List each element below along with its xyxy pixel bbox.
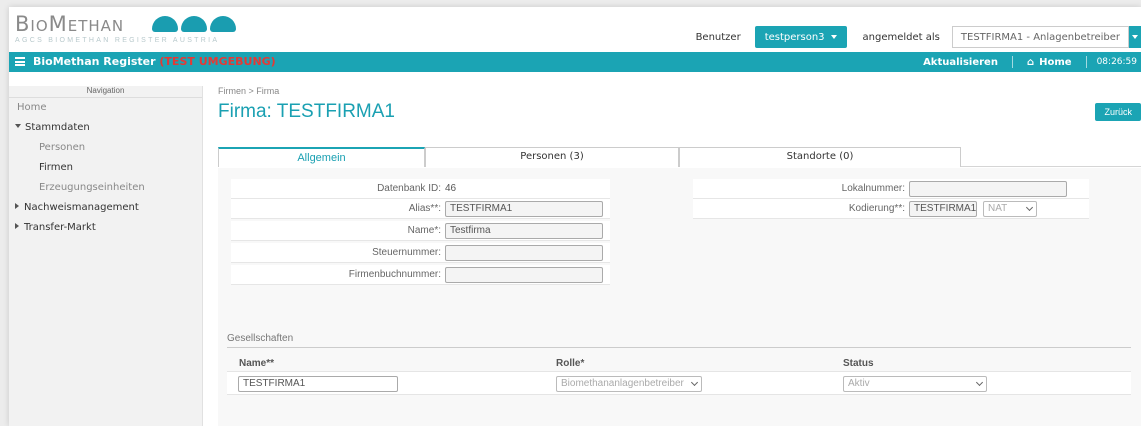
- tax-number-input[interactable]: [445, 244, 603, 261]
- menu-icon[interactable]: [15, 57, 25, 66]
- sidebar-item-nachweismanagement[interactable]: Nachweismanagement: [9, 198, 202, 218]
- tab-label: Allgemein: [297, 152, 346, 164]
- brand-title[interactable]: BioMethan Register (TEST UMGEBUNG): [33, 55, 276, 68]
- local-number-label: Lokalnummer:: [841, 183, 905, 194]
- name-input[interactable]: Testfirma: [445, 222, 603, 239]
- register-number-input[interactable]: [445, 266, 603, 283]
- column-header-role: Rolle*: [556, 358, 585, 369]
- coding-type-value: NAT: [988, 202, 1008, 214]
- user-area: Benutzer testperson3 angemeldet als TEST…: [696, 26, 1141, 48]
- page-title: Firma: TESTFIRMA1: [218, 101, 395, 122]
- breadcrumb[interactable]: Firmen > Firma: [218, 86, 279, 96]
- chevron-down-icon: [1025, 203, 1034, 211]
- sidebar-item-label: Personen: [39, 142, 86, 153]
- user-label: Benutzer: [695, 31, 741, 43]
- expand-down-icon: [15, 124, 21, 128]
- chevron-down-icon: [690, 378, 699, 387]
- sidebar-item-erzeugungseinheiten[interactable]: Erzeugungseinheiten: [9, 178, 202, 198]
- field-row-db-id: Datenbank ID: 46: [231, 179, 610, 199]
- tab-personen[interactable]: Personen (3): [425, 147, 679, 167]
- tab-label: Personen (3): [520, 151, 584, 162]
- back-button[interactable]: Zurück: [1095, 103, 1141, 121]
- field-row-local-number: Lokalnummer:: [693, 179, 1089, 199]
- top-header: BioMethan AGCS BioMethan Register Austri…: [9, 7, 1141, 52]
- home-link[interactable]: ⌂ Home: [1013, 57, 1086, 68]
- companies-section-title: Gesellschaften: [227, 333, 294, 344]
- sidebar: Navigation Home Stammdaten Personen Firm…: [9, 86, 203, 426]
- column-header-name: Name**: [239, 358, 275, 369]
- home-icon: ⌂: [1026, 56, 1035, 68]
- company-status-select[interactable]: Aktiv: [843, 376, 987, 392]
- coding-type-select[interactable]: NAT: [983, 200, 1037, 217]
- coding-input[interactable]: TESTFIRMA1: [909, 200, 977, 217]
- column-header-status: Status: [843, 358, 874, 369]
- caret-down-icon: [1132, 35, 1138, 39]
- brand-name: BioMethan Register: [33, 55, 156, 68]
- register-number-label: Firmenbuchnummer:: [348, 269, 441, 280]
- local-number-input[interactable]: [909, 180, 1067, 197]
- company-name-input[interactable]: TESTFIRMA1: [238, 376, 398, 392]
- refresh-link[interactable]: Aktualisieren: [909, 57, 1012, 68]
- tab-label: Standorte (0): [786, 151, 854, 162]
- field-row-coding: Kodierung**: TESTFIRMA1 NAT: [693, 199, 1089, 219]
- caret-down-icon: [830, 35, 837, 39]
- company-role-select[interactable]: TESTFIRMA1 - Anlagenbetreiber: [951, 26, 1129, 48]
- sidebar-item-home[interactable]: Home: [9, 98, 202, 118]
- alias-input[interactable]: TESTFIRMA1: [445, 200, 603, 217]
- sidebar-item-label: Erzeugungseinheiten: [39, 182, 145, 193]
- name-label: Name*:: [407, 225, 441, 236]
- db-id-value: 46: [445, 183, 457, 194]
- clock: 08:26:59: [1096, 57, 1137, 67]
- expand-right-icon: [15, 223, 19, 229]
- main-navbar: BioMethan Register (TEST UMGEBUNG) Aktua…: [9, 52, 1141, 72]
- coding-label: Kodierung**:: [848, 203, 905, 214]
- tab-bar: Allgemein Personen (3) Standorte (0): [218, 147, 1141, 167]
- field-row-name: Name*: Testfirma: [231, 221, 610, 241]
- company-role-select[interactable]: Biomethananlagenbetreiber: [556, 376, 702, 392]
- tab-allgemein[interactable]: Allgemein: [218, 147, 425, 167]
- logo[interactable]: BioMethan AGCS BioMethan Register Austri…: [15, 13, 236, 44]
- expand-right-icon: [15, 203, 19, 209]
- alias-label: Alias**:: [408, 203, 441, 214]
- sidebar-item-personen[interactable]: Personen: [9, 138, 202, 158]
- chevron-down-icon: [975, 378, 984, 387]
- tax-number-label: Steuernummer:: [372, 247, 441, 258]
- sidebar-item-label: Home: [17, 102, 47, 113]
- sidebar-item-label: Firmen: [39, 162, 73, 173]
- logo-mark-icon: [152, 16, 236, 32]
- sidebar-heading: Navigation: [9, 86, 202, 98]
- company-status-value: Aktiv: [848, 378, 870, 389]
- field-row-alias: Alias**: TESTFIRMA1: [231, 199, 610, 219]
- db-id-label: Datenbank ID:: [377, 183, 441, 194]
- table-row: TESTFIRMA1 Biomethananlagenbetreiber Akt…: [227, 371, 1131, 395]
- home-label: Home: [1039, 56, 1072, 68]
- company-select-caret[interactable]: [1129, 26, 1141, 48]
- field-row-register: Firmenbuchnummer:: [231, 265, 610, 285]
- user-name: testperson3: [764, 31, 825, 43]
- tab-standorte[interactable]: Standorte (0): [679, 147, 961, 167]
- field-row-tax: Steuernummer:: [231, 243, 610, 263]
- company-role-value: Biomethananlagenbetreiber: [561, 378, 684, 389]
- sidebar-item-transfer-markt[interactable]: Transfer-Markt: [9, 218, 202, 238]
- logged-in-label: angemeldet als: [862, 31, 940, 43]
- user-dropdown-button[interactable]: testperson3: [754, 26, 847, 48]
- company-role-value: TESTFIRMA1 - Anlagenbetreiber: [960, 31, 1120, 43]
- app-window: BioMethan AGCS BioMethan Register Austri…: [9, 7, 1141, 426]
- navbar-actions: Aktualisieren ⌂ Home 08:26:59: [909, 52, 1141, 72]
- sidebar-item-label: Nachweismanagement: [24, 202, 139, 213]
- sidebar-item-label: Stammdaten: [25, 122, 90, 133]
- sidebar-item-label: Transfer-Markt: [24, 222, 96, 233]
- environment-label: (TEST UMGEBUNG): [159, 55, 276, 68]
- sidebar-item-firmen[interactable]: Firmen: [9, 158, 202, 178]
- section-divider: [227, 347, 1131, 348]
- logo-subtitle: AGCS BioMethan Register Austria: [15, 37, 220, 44]
- sidebar-item-stammdaten[interactable]: Stammdaten: [9, 118, 202, 138]
